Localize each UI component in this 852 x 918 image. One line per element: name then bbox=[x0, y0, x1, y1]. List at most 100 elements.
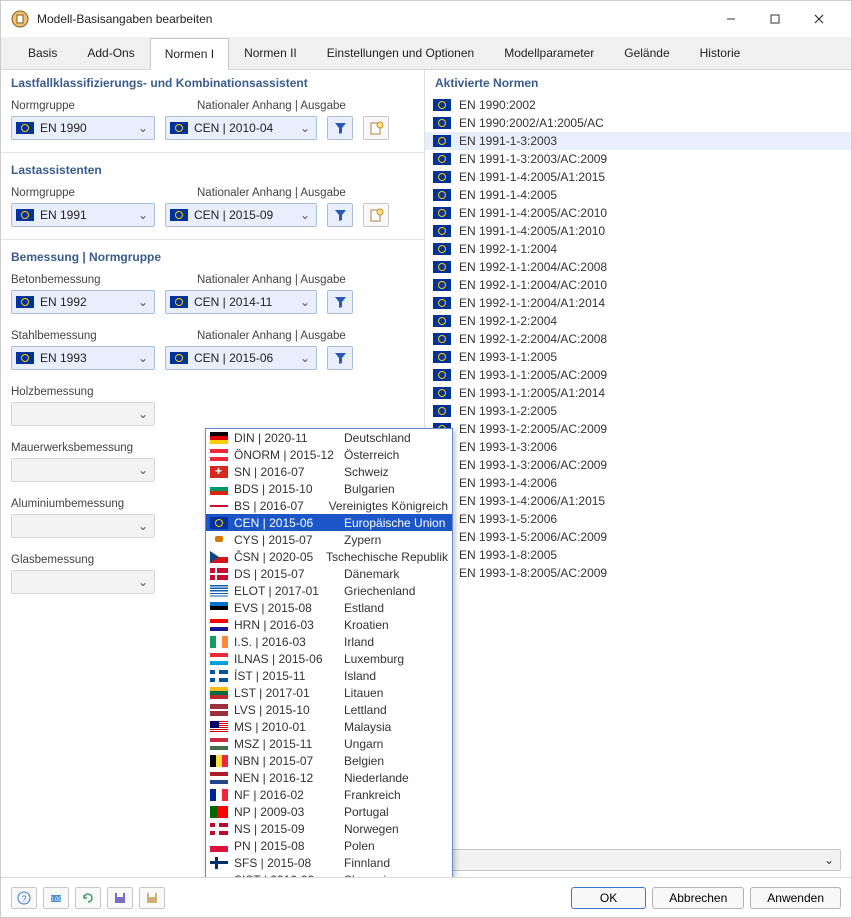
dropdown-item[interactable]: MS | 2010-01Malaysia bbox=[206, 718, 452, 735]
betonbemessung-annex-combo[interactable]: CEN | 2014-11⌄ bbox=[165, 290, 317, 314]
design-row-label-disabled: Holzbemessung bbox=[11, 386, 187, 398]
new-annex-button[interactable] bbox=[363, 116, 389, 140]
dropdown-item[interactable]: SIST | 2016-09Slowenien bbox=[206, 871, 452, 877]
tab-modellparameter[interactable]: Modellparameter bbox=[489, 37, 609, 69]
minimize-button[interactable] bbox=[709, 5, 753, 33]
filter-button[interactable] bbox=[327, 203, 353, 227]
dropdown-item[interactable]: NEN | 2016-12Niederlande bbox=[206, 769, 452, 786]
tool-info-button[interactable]: ? bbox=[11, 887, 37, 909]
stahlbemessung-group-combo[interactable]: EN 1993⌄ bbox=[11, 346, 155, 370]
apply-button[interactable]: Anwenden bbox=[750, 887, 841, 909]
dropdown-item[interactable]: BDS | 2015-10Bulgarien bbox=[206, 480, 452, 497]
dropdown-item[interactable]: DIN | 2020-11Deutschland bbox=[206, 429, 452, 446]
norm-row[interactable]: EN 1992-1-2:2004 bbox=[425, 312, 851, 330]
tool-units-button[interactable]: 0.00 bbox=[43, 887, 69, 909]
tab-einstellungen-und-optionen[interactable]: Einstellungen und Optionen bbox=[312, 37, 489, 69]
norm-row[interactable]: EN 1992-1-1:2004 bbox=[425, 240, 851, 258]
app-icon bbox=[11, 10, 29, 28]
tool-save-button[interactable] bbox=[107, 887, 133, 909]
ok-button[interactable]: OK bbox=[571, 887, 646, 909]
tab-normen-ii[interactable]: Normen II bbox=[229, 37, 312, 69]
tab-gel-nde[interactable]: Gelände bbox=[609, 37, 684, 69]
normgruppe-1990-combo[interactable]: EN 1990 ⌄ bbox=[11, 116, 155, 140]
dropdown-item[interactable]: SN | 2016-07Schweiz bbox=[206, 463, 452, 480]
tab-normen-i[interactable]: Normen I bbox=[150, 38, 229, 70]
annex-2015-09-value: CEN | 2015-09 bbox=[194, 208, 298, 222]
filter-button[interactable] bbox=[327, 290, 353, 314]
tab-basis[interactable]: Basis bbox=[13, 37, 72, 69]
dropdown-item[interactable]: CYS | 2015-07Zypern bbox=[206, 531, 452, 548]
svg-text:0.00: 0.00 bbox=[50, 897, 62, 903]
norm-row[interactable]: EN 1991-1-3:2003/AC:2009 bbox=[425, 150, 851, 168]
dropdown-item[interactable]: LST | 2017-01Litauen bbox=[206, 684, 452, 701]
norm-row[interactable]: EN 1992-1-2:2004/AC:2008 bbox=[425, 330, 851, 348]
dropdown-item[interactable]: ÖNORM | 2015-12Österreich bbox=[206, 446, 452, 463]
tool-open-button[interactable] bbox=[139, 887, 165, 909]
dropdown-item-country: Zypern bbox=[344, 533, 448, 547]
dropdown-item[interactable]: NF | 2016-02Frankreich bbox=[206, 786, 452, 803]
norm-row[interactable]: EN 1991-1-4:2005 bbox=[425, 186, 851, 204]
flag-icon bbox=[210, 500, 228, 512]
norm-row[interactable]: EN 1993-1-3:2006 bbox=[425, 438, 851, 456]
tool-reload-button[interactable] bbox=[75, 887, 101, 909]
norm-row[interactable]: EN 1993-1-1:2005 bbox=[425, 348, 851, 366]
normgruppe-1991-combo[interactable]: EN 1991 ⌄ bbox=[11, 203, 155, 227]
norm-row[interactable]: EN 1993-1-8:2005/AC:2009 bbox=[425, 564, 851, 582]
norm-row[interactable]: EN 1993-1-5:2006/AC:2009 bbox=[425, 528, 851, 546]
norm-row[interactable]: EN 1993-1-8:2005 bbox=[425, 546, 851, 564]
dropdown-item[interactable]: HRN | 2016-03Kroatien bbox=[206, 616, 452, 633]
dropdown-item[interactable]: I.S. | 2016-03Irland bbox=[206, 633, 452, 650]
norm-row[interactable]: EN 1993-1-1:2005/A1:2014 bbox=[425, 384, 851, 402]
dropdown-item[interactable]: PN | 2015-08Polen bbox=[206, 837, 452, 854]
dropdown-item-country: Frankreich bbox=[344, 788, 448, 802]
dropdown-item[interactable]: BS | 2016-07Vereinigtes Königreich bbox=[206, 497, 452, 514]
norm-row[interactable]: EN 1993-1-1:2005/AC:2009 bbox=[425, 366, 851, 384]
dropdown-item[interactable]: ČSN | 2020-05Tschechische Republik bbox=[206, 548, 452, 565]
norm-row[interactable]: EN 1993-1-4:2006 bbox=[425, 474, 851, 492]
norm-row[interactable]: EN 1992-1-1:2004/AC:2008 bbox=[425, 258, 851, 276]
norm-name: EN 1993-1-3:2006 bbox=[459, 440, 843, 454]
dropdown-item[interactable]: ÍST | 2015-11Island bbox=[206, 667, 452, 684]
norm-row[interactable]: EN 1990:2002 bbox=[425, 96, 851, 114]
dropdown-item[interactable]: LVS | 2015-10Lettland bbox=[206, 701, 452, 718]
norm-row[interactable]: EN 1990:2002/A1:2005/AC bbox=[425, 114, 851, 132]
norm-row[interactable]: EN 1991-1-4:2005/A1:2015 bbox=[425, 168, 851, 186]
filter-button[interactable] bbox=[327, 346, 353, 370]
norm-row[interactable]: EN 1993-1-2:2005/AC:2009 bbox=[425, 420, 851, 438]
dropdown-item[interactable]: MSZ | 2015-11Ungarn bbox=[206, 735, 452, 752]
norm-row[interactable]: EN 1991-1-4:2005/A1:2010 bbox=[425, 222, 851, 240]
tab-add-ons[interactable]: Add-Ons bbox=[72, 37, 149, 69]
norm-row[interactable]: EN 1993-1-2:2005 bbox=[425, 402, 851, 420]
right-bottom-combo[interactable]: e ⌄ bbox=[435, 849, 841, 871]
norm-row[interactable]: EN 1993-1-5:2006 bbox=[425, 510, 851, 528]
new-annex-button[interactable] bbox=[363, 203, 389, 227]
dropdown-item[interactable]: SFS | 2015-08Finnland bbox=[206, 854, 452, 871]
norm-name: EN 1990:2002 bbox=[459, 98, 843, 112]
annex-2010-04-combo[interactable]: CEN | 2010-04 ⌄ bbox=[165, 116, 317, 140]
cancel-button[interactable]: Abbrechen bbox=[652, 887, 744, 909]
dropdown-item[interactable]: ELOT | 2017-01Griechenland bbox=[206, 582, 452, 599]
norm-row[interactable]: EN 1991-1-3:2003 bbox=[425, 132, 851, 150]
norm-row[interactable]: EN 1991-1-4:2005/AC:2010 bbox=[425, 204, 851, 222]
norm-row[interactable]: EN 1992-1-1:2004/A1:2014 bbox=[425, 294, 851, 312]
dropdown-item[interactable]: DS | 2015-07Dänemark bbox=[206, 565, 452, 582]
dropdown-item[interactable]: EVS | 2015-08Estland bbox=[206, 599, 452, 616]
annex-2015-09-combo[interactable]: CEN | 2015-09 ⌄ bbox=[165, 203, 317, 227]
close-button[interactable] bbox=[797, 5, 841, 33]
norm-row[interactable]: EN 1993-1-3:2006/AC:2009 bbox=[425, 456, 851, 474]
annex-label: Nationaler Anhang | Ausgabe bbox=[197, 274, 414, 286]
stahlbemessung-annex-combo[interactable]: CEN | 2015-06⌄ bbox=[165, 346, 317, 370]
dropdown-item[interactable]: NP | 2009-03Portugal bbox=[206, 803, 452, 820]
dropdown-item[interactable]: NBN | 2015-07Belgien bbox=[206, 752, 452, 769]
filter-button[interactable] bbox=[327, 116, 353, 140]
annex-dropdown-list[interactable]: DIN | 2020-11DeutschlandÖNORM | 2015-12Ö… bbox=[205, 428, 453, 877]
dropdown-item[interactable]: NS | 2015-09Norwegen bbox=[206, 820, 452, 837]
dropdown-item[interactable]: CEN | 2015-06Europäische Union bbox=[206, 514, 452, 531]
dropdown-item-country: Norwegen bbox=[344, 822, 448, 836]
norm-row[interactable]: EN 1993-1-4:2006/A1:2015 bbox=[425, 492, 851, 510]
maximize-button[interactable] bbox=[753, 5, 797, 33]
norm-row[interactable]: EN 1992-1-1:2004/AC:2010 bbox=[425, 276, 851, 294]
dropdown-item[interactable]: ILNAS | 2015-06Luxemburg bbox=[206, 650, 452, 667]
betonbemessung-group-combo[interactable]: EN 1992⌄ bbox=[11, 290, 155, 314]
tab-historie[interactable]: Historie bbox=[685, 37, 756, 69]
